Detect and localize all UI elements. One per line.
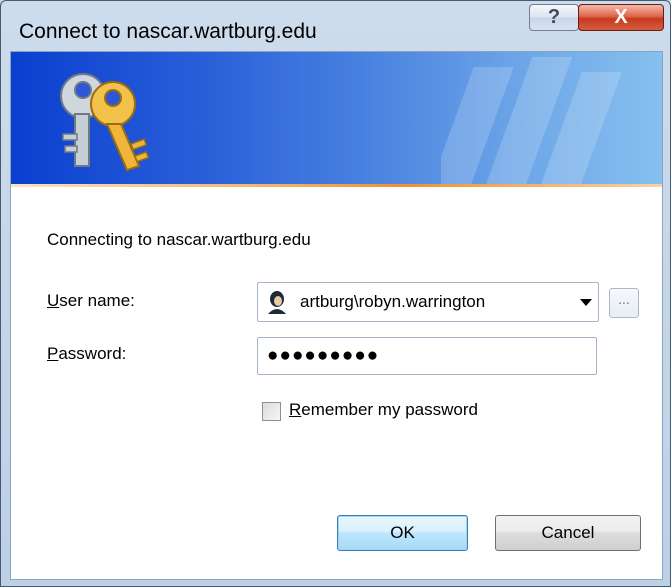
help-button[interactable]: ?: [529, 4, 579, 31]
remember-label-accel: R: [289, 400, 302, 419]
help-icon: ?: [547, 6, 561, 28]
browse-button-label: ...: [618, 291, 630, 307]
title-bar[interactable]: Connect to nascar.wartburg.edu ? X: [1, 1, 670, 51]
password-label-text: assword:: [58, 344, 127, 363]
banner: [11, 52, 662, 184]
browse-button[interactable]: ...: [609, 288, 639, 318]
banner-accent-line: [11, 184, 662, 187]
dialog-window: Connect to nascar.wartburg.edu ? X Conne…: [0, 0, 671, 587]
cancel-button[interactable]: Cancel: [495, 515, 641, 551]
dialog-body: Connecting to nascar.wartburg.edu User n…: [10, 51, 663, 580]
password-label: Password:: [47, 344, 126, 364]
connecting-text: Connecting to nascar.wartburg.edu: [47, 230, 311, 249]
password-mask: ●●●●●●●●●: [267, 345, 380, 366]
close-button[interactable]: X: [578, 4, 664, 31]
username-label-text: ser name:: [59, 291, 135, 310]
window-title: Connect to nascar.wartburg.edu: [19, 20, 317, 43]
keys-icon: [60, 73, 150, 172]
remember-password-checkbox[interactable]: [262, 402, 281, 421]
remember-label-text: emember my password: [301, 400, 478, 419]
remember-password-label[interactable]: Remember my password: [289, 400, 478, 420]
password-label-accel: P: [47, 344, 59, 363]
banner-watermark-icon: [441, 57, 622, 184]
username-combobox[interactable]: artburg\robyn.warrington: [257, 282, 599, 322]
password-field[interactable]: ●●●●●●●●●: [257, 337, 597, 375]
username-label: User name:: [47, 291, 135, 311]
ok-button[interactable]: OK: [337, 515, 468, 551]
user-avatar-icon: [266, 290, 288, 314]
username-value: artburg\robyn.warrington: [300, 292, 486, 311]
chevron-down-icon[interactable]: [580, 299, 592, 306]
close-icon: X: [614, 6, 628, 28]
username-label-accel: U: [47, 291, 60, 310]
